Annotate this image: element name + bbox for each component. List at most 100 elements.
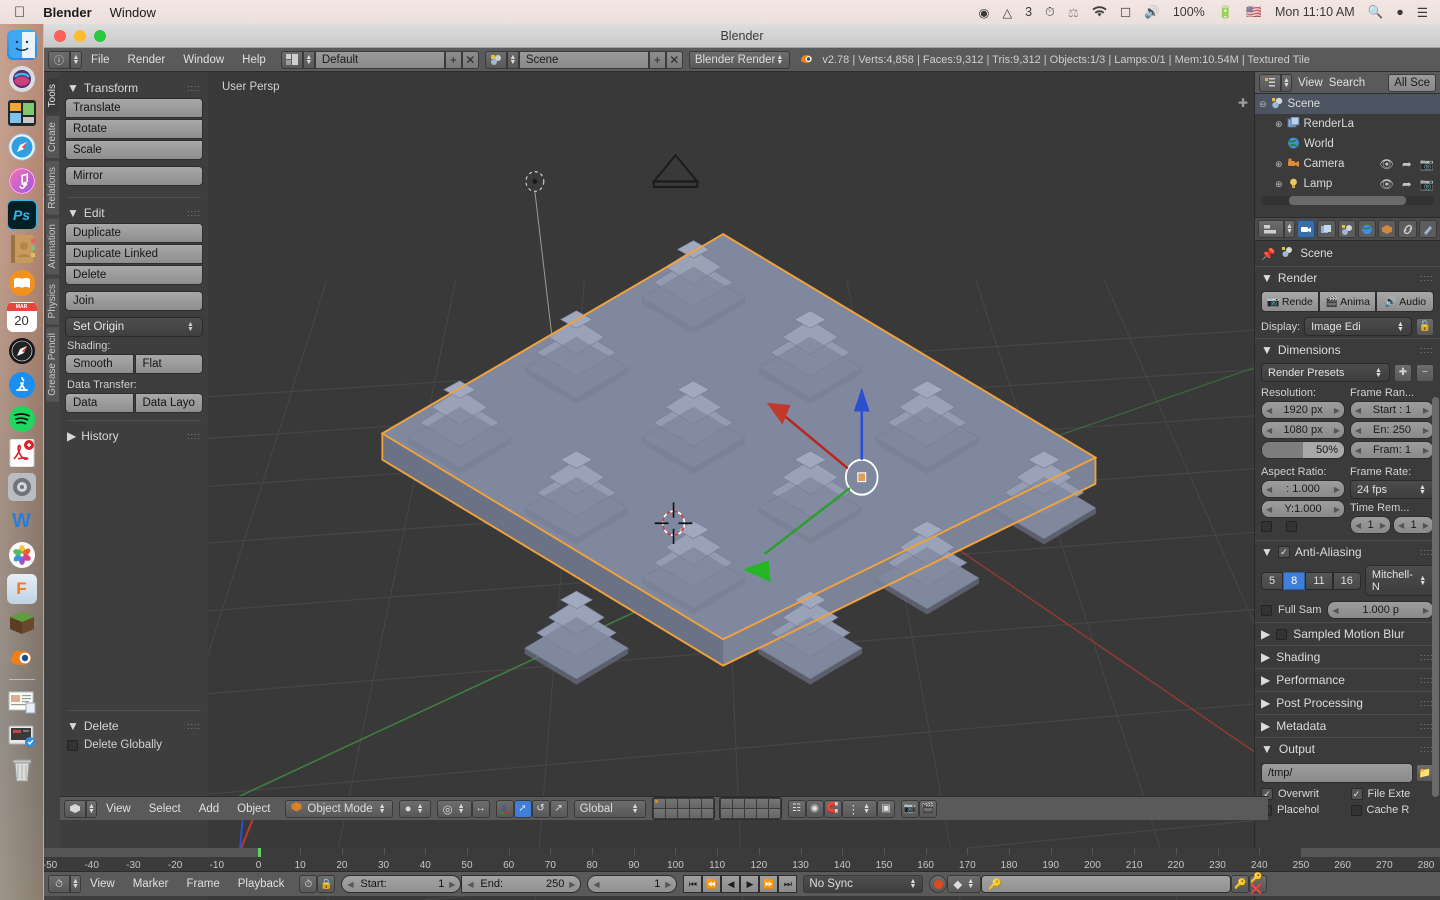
- view3d-menu-add[interactable]: Add: [190, 801, 228, 817]
- layer-cell[interactable]: [744, 799, 756, 808]
- dock-item-safari[interactable]: [7, 132, 37, 162]
- aspect-y-field[interactable]: ◀ Y:1.000 ▶: [1261, 500, 1345, 518]
- screen-layout-selector[interactable]: ▲ ▼ Default + ✕: [280, 50, 479, 69]
- dock-item-spotify[interactable]: [7, 404, 37, 434]
- properties-tab-constraints[interactable]: [1398, 220, 1417, 238]
- aa-filter-dropdown[interactable]: Mitchell-N ▲ ▼: [1364, 565, 1434, 596]
- snap-element-dropdown[interactable]: ⋮ ▲ ▼: [841, 799, 878, 818]
- mac-menu-window[interactable]: Window: [110, 5, 156, 20]
- set-origin-dropdown[interactable]: Set Origin ▲ ▼: [65, 317, 203, 337]
- current-frame-field[interactable]: ◀ 1 ▶: [587, 875, 678, 893]
- timeline-chevron-icon[interactable]: ▲ ▼: [70, 875, 81, 893]
- toolshelf-tab-create[interactable]: Create: [45, 116, 59, 159]
- scene-add-button[interactable]: +: [648, 50, 666, 69]
- render-audio-button[interactable]: 🔊 Audio: [1376, 291, 1435, 312]
- properties-tab-modifiers[interactable]: [1418, 220, 1437, 238]
- editor-type-selector[interactable]: ⓘ ▲ ▼: [48, 50, 82, 69]
- duplicate-linked-button[interactable]: Duplicate Linked: [65, 244, 203, 264]
- sync-mode-dropdown[interactable]: No Sync ▲ ▼: [803, 875, 924, 893]
- notification-center-icon[interactable]: ☰: [1417, 5, 1428, 20]
- cache-result-option[interactable]: Cache R: [1350, 804, 1435, 816]
- file-extensions-option[interactable]: ✓ File Exte: [1350, 788, 1435, 800]
- time-remap-new-field[interactable]: ◀ 1 ▶: [1393, 516, 1434, 534]
- layer-cell[interactable]: [701, 809, 713, 818]
- output-path-field[interactable]: /tmp/: [1261, 763, 1413, 783]
- time-remap-old-field[interactable]: ◀ 1 ▶: [1350, 516, 1391, 534]
- join-button[interactable]: Join: [65, 291, 203, 311]
- view3d-menu-object[interactable]: Object: [228, 801, 279, 817]
- properties-editor-type-selector[interactable]: ▲ ▼: [1258, 220, 1295, 238]
- translate-button[interactable]: Translate: [65, 98, 203, 118]
- outliner-row-scene[interactable]: ⊖ Scene: [1255, 94, 1440, 114]
- collapse-toggle-icon[interactable]: ⊖: [1259, 99, 1267, 110]
- apple-logo-icon[interactable]: : [14, 4, 25, 21]
- auto-keyframe-toggle[interactable]: [929, 875, 948, 893]
- layer-cell[interactable]: [665, 799, 677, 808]
- scale-button[interactable]: Scale: [65, 140, 203, 160]
- play-button[interactable]: ▶: [740, 875, 760, 893]
- frame-start-field[interactable]: ◀ Start: 1 ▶: [341, 875, 462, 893]
- full-sample-checkbox[interactable]: [1261, 604, 1272, 616]
- outliner-menu-view[interactable]: View: [1298, 77, 1323, 89]
- output-panel-header[interactable]: ▼ Output ::::: [1255, 737, 1440, 760]
- view3d-editor-type-selector[interactable]: ▲ ▼: [64, 799, 97, 818]
- manipulator-toggle[interactable]: [495, 799, 514, 818]
- layer-cell[interactable]: [677, 799, 689, 808]
- border-checkbox[interactable]: [1261, 521, 1272, 532]
- spotlight-search-icon[interactable]: 🔍: [1368, 5, 1384, 20]
- delete-button[interactable]: Delete: [65, 265, 203, 285]
- properties-tab-world[interactable]: [1357, 220, 1377, 238]
- timeline-menu-marker[interactable]: Marker: [124, 876, 178, 892]
- lock-layers-toggle[interactable]: ☷: [787, 799, 806, 818]
- next-keyframe-button[interactable]: ⏩: [759, 875, 779, 893]
- screen-layout-remove-button[interactable]: ✕: [461, 50, 479, 69]
- dock-item-acrobat[interactable]: [7, 438, 37, 468]
- play-reverse-button[interactable]: ◀: [721, 875, 741, 893]
- layer-cell[interactable]: [689, 809, 701, 818]
- pin-icon[interactable]: 📌: [1261, 247, 1275, 261]
- history-panel-header[interactable]: ▶ History ::::: [65, 426, 203, 446]
- layer-cell[interactable]: [732, 799, 744, 808]
- dock-item-system-preferences[interactable]: [7, 472, 37, 502]
- dock-item-finder[interactable]: [6, 30, 37, 60]
- rotate-button[interactable]: Rotate: [65, 119, 203, 139]
- menu-window[interactable]: Window: [174, 52, 233, 68]
- frame-end-field[interactable]: ◀ En: 250 ▶: [1350, 421, 1434, 439]
- delete-globally-row[interactable]: Delete Globally: [65, 736, 203, 754]
- siri-icon[interactable]: ●: [1396, 5, 1404, 19]
- properties-tab-render-layers[interactable]: [1317, 220, 1336, 238]
- visibility-eye-icon[interactable]: 👁: [1379, 157, 1394, 171]
- render-image-button[interactable]: 📷 Rende: [1261, 291, 1319, 312]
- layer-cell[interactable]: [701, 799, 713, 808]
- screen-layout-add-button[interactable]: +: [444, 50, 462, 69]
- frame-rate-dropdown[interactable]: 24 fps ▲ ▼: [1350, 480, 1434, 499]
- sampled-motion-blur-header[interactable]: ▶ Sampled Motion Blur: [1255, 622, 1440, 645]
- lock-interface-toggle[interactable]: 🔓: [1416, 317, 1434, 336]
- manipulator-scale-toggle[interactable]: ↗: [549, 799, 568, 818]
- timeline-menu-playback[interactable]: Playback: [229, 876, 294, 892]
- transform-panel-header[interactable]: ▼ Transform ::::: [65, 78, 203, 98]
- performance-panel-header[interactable]: ▶ Performance ::::: [1255, 668, 1440, 691]
- bluetooth-icon[interactable]: ⚖: [1068, 5, 1079, 20]
- scene-remove-button[interactable]: ✕: [665, 50, 683, 69]
- dock-item-contacts[interactable]: [7, 234, 37, 264]
- display-mode-dropdown[interactable]: Image Edi ▲ ▼: [1304, 317, 1412, 336]
- dock-item-itunes[interactable]: [7, 166, 37, 196]
- delete-operator-panel-header[interactable]: ▼ Delete ::::: [65, 716, 203, 736]
- dock-item-blender[interactable]: [7, 642, 37, 672]
- overwrite-option[interactable]: ✓ Overwrit: [1261, 788, 1345, 800]
- dock-item-trash[interactable]: [7, 755, 37, 785]
- dock-item-photoshop[interactable]: Ps: [6, 200, 37, 230]
- delete-globally-checkbox[interactable]: [67, 739, 78, 751]
- data-button[interactable]: Data: [65, 393, 134, 413]
- toolshelf-tab-animation[interactable]: Animation: [45, 218, 59, 275]
- input-flag-icon[interactable]: 🇺🇸: [1246, 5, 1262, 20]
- view3d-chevron-icon[interactable]: ▲ ▼: [86, 799, 97, 818]
- layer-cell[interactable]: [689, 799, 701, 808]
- outliner-horizontal-scrollbar[interactable]: [1261, 196, 1434, 205]
- antialiasing-checkbox[interactable]: ✓: [1277, 546, 1290, 558]
- duplicate-button[interactable]: Duplicate: [65, 223, 203, 243]
- visibility-eye-icon[interactable]: 👁: [1379, 177, 1394, 191]
- aspect-x-field[interactable]: ◀: 1.000 ▶: [1261, 480, 1345, 498]
- renderable-camera-icon[interactable]: 📷: [1420, 177, 1434, 191]
